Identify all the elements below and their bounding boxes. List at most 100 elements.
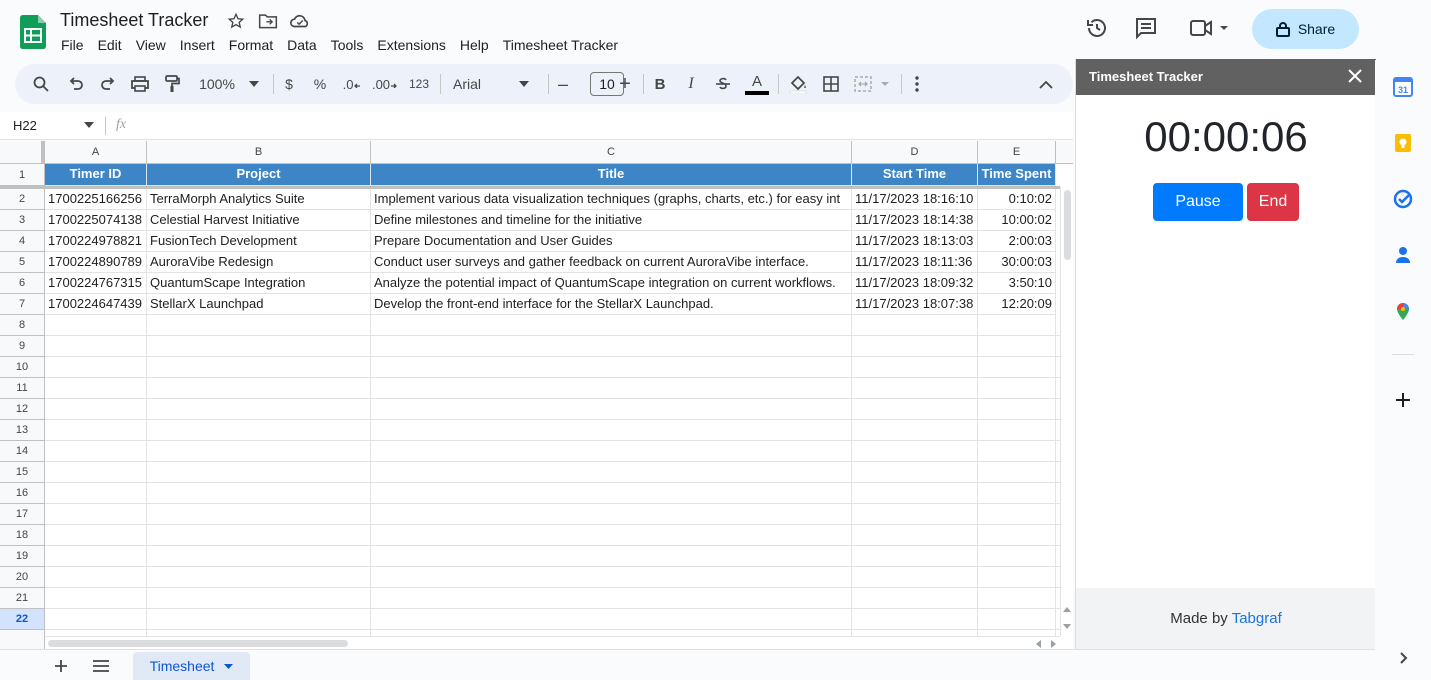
column-header-c[interactable]: C [371, 141, 852, 164]
all-sheets-icon[interactable] [93, 660, 109, 672]
chevron-down-icon[interactable] [84, 122, 94, 128]
row-header[interactable]: 8 [0, 315, 45, 336]
cell-time-spent[interactable]: 2:00:03 [978, 231, 1056, 252]
sheet-tab-timesheet[interactable]: Timesheet [133, 652, 250, 680]
scroll-left-icon[interactable] [1035, 640, 1041, 648]
italic-button[interactable]: I [681, 64, 701, 104]
cell-start-time[interactable]: 11/17/2023 18:16:10 [852, 189, 978, 210]
collapse-toolbar-icon[interactable] [1035, 64, 1057, 104]
menu-tools[interactable]: Tools [324, 37, 371, 53]
scroll-right-icon[interactable] [1051, 640, 1057, 648]
column-header-b[interactable]: B [147, 141, 371, 164]
column-header-a[interactable]: A [45, 141, 147, 164]
empty-cells[interactable] [45, 315, 1060, 649]
format-percent-button[interactable]: % [310, 64, 330, 104]
row-header[interactable]: 18 [0, 525, 45, 546]
header-cell-time-spent[interactable]: Time Spent [978, 164, 1056, 186]
cell-time-spent[interactable]: 10:00:02 [978, 210, 1056, 231]
row-header[interactable]: 13 [0, 420, 45, 441]
menu-extensions[interactable]: Extensions [370, 37, 452, 53]
cell-time-spent[interactable]: 12:20:09 [978, 294, 1056, 315]
add-sheet-icon[interactable] [54, 659, 68, 673]
row-header[interactable]: 20 [0, 567, 45, 588]
chevron-right-icon[interactable] [1393, 648, 1413, 668]
cell-project[interactable]: FusionTech Development [147, 231, 371, 252]
decrease-decimal-button[interactable]: .0 [340, 64, 364, 104]
star-icon[interactable] [227, 12, 247, 32]
cell-time-spent[interactable]: 0:10:02 [978, 189, 1056, 210]
bold-button[interactable]: B [650, 64, 670, 104]
version-history-icon[interactable] [1085, 16, 1111, 42]
format-currency-button[interactable]: $ [280, 64, 298, 104]
menu-view[interactable]: View [129, 37, 173, 53]
tasks-icon[interactable] [1393, 189, 1413, 209]
font-select[interactable]: Arial [453, 64, 533, 104]
tabgraf-link[interactable]: Tabgraf [1232, 610, 1282, 627]
row-header[interactable]: 10 [0, 357, 45, 378]
cell-timer-id[interactable]: 1700225074138 [45, 210, 147, 231]
scroll-down-icon[interactable] [1063, 624, 1071, 630]
comments-icon[interactable] [1134, 16, 1160, 42]
fill-color-icon[interactable] [787, 64, 809, 104]
end-button[interactable]: End [1247, 183, 1299, 221]
cell-project[interactable]: Celestial Harvest Initiative [147, 210, 371, 231]
menu-file[interactable]: File [54, 37, 91, 53]
row-header[interactable]: 15 [0, 462, 45, 483]
row-header[interactable]: 11 [0, 378, 45, 399]
column-header-d[interactable]: D [852, 141, 978, 164]
header-cell-project[interactable]: Project [147, 164, 371, 186]
horizontal-scrollbar[interactable] [45, 636, 1060, 649]
menu-timesheet-tracker[interactable]: Timesheet Tracker [496, 37, 625, 53]
row-header[interactable]: 4 [0, 231, 45, 252]
vertical-scroll-thumb[interactable] [1064, 190, 1071, 260]
row-header[interactable]: 5 [0, 252, 45, 273]
horizontal-scroll-thumb[interactable] [48, 640, 348, 647]
cell-timer-id[interactable]: 1700224890789 [45, 252, 147, 273]
cell-start-time[interactable]: 11/17/2023 18:07:38 [852, 294, 978, 315]
row-header[interactable] [0, 630, 45, 649]
cell-timer-id[interactable]: 1700224647439 [45, 294, 147, 315]
cell-title[interactable]: Define milestones and timeline for the i… [371, 210, 852, 231]
move-folder-icon[interactable] [258, 12, 278, 32]
print-icon[interactable] [129, 64, 151, 104]
header-cell-timer-id[interactable]: Timer ID [45, 164, 147, 186]
cell-timer-id[interactable]: 1700224978821 [45, 231, 147, 252]
row-header[interactable]: 14 [0, 441, 45, 462]
row-header-selected[interactable]: 22 [0, 609, 45, 630]
menu-format[interactable]: Format [222, 37, 280, 53]
row-header[interactable]: 17 [0, 504, 45, 525]
row-header[interactable]: 12 [0, 399, 45, 420]
row-header[interactable]: 21 [0, 588, 45, 609]
merge-cells-icon[interactable] [853, 64, 891, 104]
keep-icon[interactable] [1393, 133, 1413, 153]
cell-title[interactable]: Develop the front-end interface for the … [371, 294, 852, 315]
cell-project[interactable]: StellarX Launchpad [147, 294, 371, 315]
row-header[interactable]: 19 [0, 546, 45, 567]
formula-input[interactable] [140, 112, 1070, 140]
column-header-f[interactable] [1056, 141, 1073, 164]
cell-title[interactable]: Analyze the potential impact of QuantumS… [371, 273, 852, 294]
paint-format-icon[interactable] [161, 64, 183, 104]
cell-start-time[interactable]: 11/17/2023 18:14:38 [852, 210, 978, 231]
undo-icon[interactable] [65, 64, 87, 104]
redo-icon[interactable] [97, 64, 119, 104]
column-header-e[interactable]: E [978, 141, 1056, 164]
row-header[interactable]: 2 [0, 189, 45, 210]
cloud-saved-icon[interactable] [289, 12, 309, 32]
chevron-down-icon[interactable] [224, 663, 234, 669]
row-header[interactable]: 3 [0, 210, 45, 231]
row-header[interactable]: 6 [0, 273, 45, 294]
name-box[interactable]: H22 [13, 118, 37, 133]
increase-font-size-button[interactable]: + [615, 64, 635, 104]
sheets-logo-icon[interactable] [20, 15, 46, 49]
maps-icon[interactable] [1393, 301, 1413, 321]
more-options-icon[interactable] [907, 64, 927, 104]
strikethrough-icon[interactable] [713, 64, 733, 104]
cell-start-time[interactable]: 11/17/2023 18:13:03 [852, 231, 978, 252]
cell-time-spent[interactable]: 3:50:10 [978, 273, 1056, 294]
menu-data[interactable]: Data [280, 37, 324, 53]
close-icon[interactable] [1348, 69, 1364, 85]
vertical-scrollbar[interactable] [1060, 186, 1073, 636]
menu-help[interactable]: Help [453, 37, 496, 53]
row-header[interactable]: 16 [0, 483, 45, 504]
